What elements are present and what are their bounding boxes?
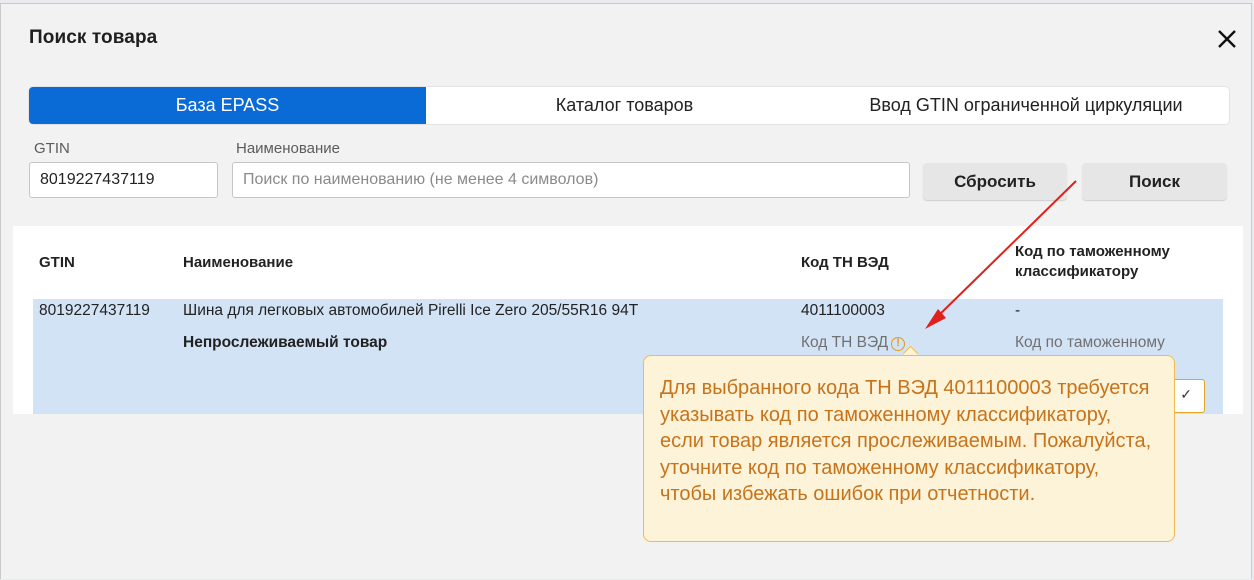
column-header-tn-ved: Код ТН ВЭД bbox=[801, 254, 889, 271]
name-search-input[interactable]: Поиск по наименованию (не менее 4 символ… bbox=[232, 162, 910, 198]
tn-ved-field-label: Код ТН ВЭД bbox=[801, 334, 889, 351]
name-label: Наименование bbox=[236, 140, 340, 157]
column-header-customs-line2: классификатору bbox=[1015, 263, 1139, 280]
search-button[interactable]: Поиск bbox=[1082, 163, 1227, 200]
tab-catalog[interactable]: Каталог товаров bbox=[426, 87, 823, 124]
tab-gtin-input[interactable]: Ввод GTIN ограниченной циркуляции bbox=[823, 87, 1229, 124]
row-name: Шина для легковых автомобилей Pirelli Ic… bbox=[183, 302, 639, 319]
column-header-customs-code: Код по таможенному классификатору bbox=[1015, 242, 1170, 282]
gtin-input[interactable]: 8019227437119 bbox=[29, 162, 218, 198]
source-tabs: База EPASS Каталог товаров Ввод GTIN огр… bbox=[29, 87, 1229, 124]
gtin-label: GTIN bbox=[34, 140, 70, 157]
row-customs-code: - bbox=[1015, 302, 1021, 319]
row-gtin: 8019227437119 bbox=[39, 302, 150, 319]
tracking-status: Непрослеживаемый товар bbox=[183, 334, 388, 351]
column-header-gtin: GTIN bbox=[39, 254, 75, 271]
column-header-name: Наименование bbox=[183, 254, 294, 271]
customs-field-label: Код по таможенному bbox=[1015, 334, 1165, 351]
warning-icon[interactable]: ! bbox=[891, 337, 906, 351]
reset-button[interactable]: Сбросить bbox=[923, 163, 1067, 200]
search-product-dialog: Поиск товара База EPASS Каталог товаров … bbox=[0, 3, 1252, 579]
warning-tooltip: Для выбранного кода ТН ВЭД 4011100003 тр… bbox=[643, 355, 1175, 542]
tab-epass[interactable]: База EPASS bbox=[29, 87, 426, 124]
checkmark-icon: ✓ bbox=[1180, 386, 1192, 402]
column-header-customs-line1: Код по таможенному bbox=[1015, 243, 1170, 260]
row-tn-ved: 4011100003 bbox=[801, 302, 885, 319]
close-icon[interactable] bbox=[1211, 22, 1243, 54]
tn-ved-field: Код ТН ВЭД! bbox=[801, 334, 906, 352]
dialog-title: Поиск товара bbox=[29, 27, 158, 48]
